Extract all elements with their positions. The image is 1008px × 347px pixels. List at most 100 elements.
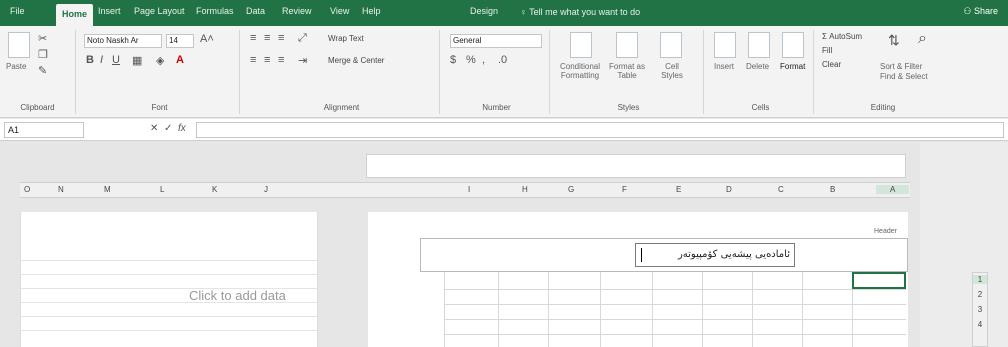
fill-button[interactable]: Fill (822, 46, 832, 58)
cells-group: Insert Delete Format Cells (708, 30, 814, 114)
grid-line (652, 272, 653, 347)
tab-formulas[interactable]: Formulas (196, 6, 234, 16)
decimal-icon[interactable]: .0 (498, 54, 507, 66)
ribbon: Paste ✂ ❐ ✎ Clipboard Noto Naskh Ar 14 A… (0, 26, 1008, 118)
tab-review[interactable]: Review (282, 6, 312, 16)
insert-cells-icon[interactable] (714, 32, 736, 58)
column-header[interactable]: N (58, 185, 64, 194)
column-header[interactable]: L (160, 185, 164, 194)
column-header[interactable]: M (104, 185, 111, 194)
align-left-icon[interactable]: ≡ (250, 54, 256, 66)
tab-file[interactable]: File (10, 6, 25, 16)
tab-help[interactable]: Help (362, 6, 381, 16)
click-to-add-data[interactable]: Click to add data (189, 288, 286, 303)
indent-icon[interactable]: ⇥ (298, 54, 307, 67)
format-button[interactable]: Format (780, 62, 805, 71)
column-header[interactable]: D (726, 185, 732, 194)
align-bottom-icon[interactable]: ≡ (278, 32, 284, 44)
fill-color-icon[interactable]: ◈ (156, 54, 164, 67)
column-header[interactable]: H (522, 185, 528, 194)
italic-icon[interactable]: I (100, 54, 103, 66)
column-header[interactable]: I (468, 185, 470, 194)
grid-line (21, 316, 319, 317)
cancel-icon[interactable]: ✕ (150, 123, 158, 134)
tell-me-search[interactable]: ♀ Tell me what you want to do (520, 7, 640, 17)
column-header[interactable]: F (622, 185, 627, 194)
bold-icon[interactable]: B (86, 54, 94, 66)
orientation-icon[interactable]: ⤢ (298, 32, 307, 45)
paste-icon[interactable] (8, 32, 30, 58)
header-area[interactable]: ئامادەیی پیشەیی کۆمپیوتەر (420, 238, 908, 272)
borders-icon[interactable]: ▦ (132, 54, 142, 67)
grid-line (444, 334, 906, 335)
percent-icon[interactable]: % (466, 54, 476, 66)
column-header[interactable]: B (830, 185, 835, 194)
grid-line (444, 289, 906, 290)
conditional-formatting-button[interactable]: Conditional Formatting (556, 62, 604, 80)
format-table-icon[interactable] (616, 32, 638, 58)
align-right-icon[interactable]: ≡ (278, 54, 284, 66)
enter-icon[interactable]: ✓ (164, 123, 172, 134)
row-header[interactable]: 4 (973, 320, 987, 329)
left-page: Click to add data (20, 212, 319, 347)
font-label: Font (151, 103, 168, 112)
currency-icon[interactable]: $ (450, 54, 456, 66)
insert-function-icon[interactable]: fx (178, 123, 186, 134)
column-header[interactable]: E (676, 185, 681, 194)
column-header[interactable]: G (568, 185, 574, 194)
number-format-select[interactable]: General (450, 34, 542, 48)
delete-cells-icon[interactable] (748, 32, 770, 58)
format-cells-icon[interactable] (782, 32, 804, 58)
tab-view[interactable]: View (330, 6, 349, 16)
align-center-icon[interactable]: ≡ (264, 54, 270, 66)
copy-icon[interactable]: ❐ (38, 48, 48, 61)
tab-home[interactable]: Home (56, 4, 94, 26)
font-color-icon[interactable]: A (176, 54, 184, 66)
cell-styles-icon[interactable] (660, 32, 682, 58)
find-select-button[interactable]: Find & Select (880, 72, 928, 81)
autosum-button[interactable]: Σ AutoSum (822, 32, 862, 44)
paste-button[interactable]: Paste (6, 62, 26, 71)
clear-button[interactable]: Clear (822, 60, 841, 72)
column-header[interactable]: J (264, 185, 268, 194)
row-header[interactable]: 2 (973, 290, 987, 299)
conditional-formatting-icon[interactable] (570, 32, 592, 58)
insert-button[interactable]: Insert (714, 62, 734, 71)
tab-data[interactable]: Data (246, 6, 265, 16)
alignment-label: Alignment (323, 103, 360, 112)
tab-design[interactable]: Design (470, 6, 498, 16)
row-header[interactable]: 3 (973, 305, 987, 314)
delete-button[interactable]: Delete (746, 62, 769, 71)
font-size-select[interactable]: 14 (166, 34, 194, 48)
header-center-section[interactable]: ئامادەیی پیشەیی کۆمپیوتەر (635, 243, 795, 267)
format-painter-icon[interactable]: ✎ (38, 64, 47, 77)
font-family-select[interactable]: Noto Naskh Ar (84, 34, 162, 48)
column-header[interactable]: C (778, 185, 784, 194)
sort-filter-button[interactable]: Sort & Filter (880, 62, 922, 71)
active-cell-a1[interactable] (852, 272, 906, 289)
clipboard-label: Clipboard (20, 103, 55, 112)
share-button[interactable]: ⚇ Share (963, 6, 998, 17)
underline-icon[interactable]: U (112, 54, 120, 66)
format-table-button[interactable]: Format as Table (606, 62, 648, 80)
wrap-text-button[interactable]: Wrap Text (328, 34, 364, 46)
grid-line (444, 319, 906, 320)
name-box[interactable]: A1 (4, 122, 84, 138)
tab-page-layout[interactable]: Page Layout (134, 6, 185, 16)
comma-icon[interactable]: , (482, 54, 485, 66)
tab-insert[interactable]: Insert (98, 6, 121, 16)
column-header[interactable]: O (24, 185, 30, 194)
grid-line (802, 272, 803, 347)
column-header-selected[interactable]: A (876, 185, 910, 194)
cut-icon[interactable]: ✂ (38, 32, 47, 45)
magnifier-icon[interactable]: ⌕ (918, 30, 927, 48)
formula-input[interactable] (196, 122, 1004, 138)
grow-font-icon[interactable]: A˄ (200, 33, 214, 45)
cell-styles-button[interactable]: Cell Styles (654, 62, 690, 80)
sort-filter-icon[interactable]: ⇅ (888, 32, 900, 49)
merge-center-button[interactable]: Merge & Center (328, 56, 384, 68)
align-top-icon[interactable]: ≡ (250, 32, 256, 44)
align-middle-icon[interactable]: ≡ (264, 32, 270, 44)
row-header[interactable]: 1 (973, 275, 987, 284)
column-header[interactable]: K (212, 185, 217, 194)
